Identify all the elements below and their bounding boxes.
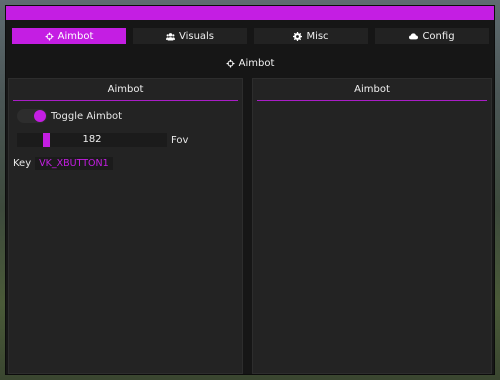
fov-slider-label: Fov — [171, 134, 189, 146]
menu-window: Aimbot Visuals Misc Config Aimbot Aimbot… — [6, 6, 494, 374]
fov-slider-row: 182 Fov — [17, 133, 188, 147]
crosshair-icon — [45, 32, 54, 40]
left-panel: Aimbot Toggle Aimbot 182 Fov Key VK_XBUT… — [8, 78, 243, 374]
tab-bar: Aimbot Visuals Misc Config — [12, 28, 489, 44]
toggle-aimbot-switch[interactable] — [17, 109, 47, 123]
left-panel-title: Aimbot — [107, 84, 144, 95]
toggle-aimbot-row: Toggle Aimbot — [17, 109, 122, 123]
keybind-label: Key — [13, 157, 32, 169]
crosshair-icon — [226, 59, 235, 67]
left-panel-header: Aimbot — [13, 79, 238, 101]
right-panel-title: Aimbot — [354, 84, 390, 95]
section-title-label: Aimbot — [238, 57, 275, 69]
keybind-row: Key VK_XBUTTON1 — [13, 156, 113, 170]
users-icon — [165, 32, 175, 40]
toggle-knob — [34, 110, 46, 122]
right-panel: Aimbot — [252, 78, 492, 374]
tab-aimbot[interactable]: Aimbot — [12, 28, 126, 44]
tab-config[interactable]: Config — [375, 28, 489, 44]
tab-visuals-label: Visuals — [178, 30, 215, 42]
section-title: Aimbot — [6, 56, 494, 70]
tab-misc-label: Misc — [306, 30, 329, 42]
tab-misc[interactable]: Misc — [254, 28, 368, 44]
tab-aimbot-label: Aimbot — [57, 30, 94, 42]
tab-visuals[interactable]: Visuals — [133, 28, 247, 44]
fov-slider-value: 182 — [82, 134, 102, 145]
right-panel-header: Aimbot — [257, 79, 487, 101]
tab-config-label: Config — [422, 30, 455, 42]
cloud-icon — [409, 32, 419, 39]
toggle-aimbot-label: Toggle Aimbot — [51, 110, 123, 122]
keybind-button[interactable]: VK_XBUTTON1 — [35, 156, 113, 170]
gear-icon — [293, 31, 303, 41]
title-bar[interactable] — [6, 6, 494, 20]
fov-slider[interactable]: 182 — [17, 133, 167, 147]
